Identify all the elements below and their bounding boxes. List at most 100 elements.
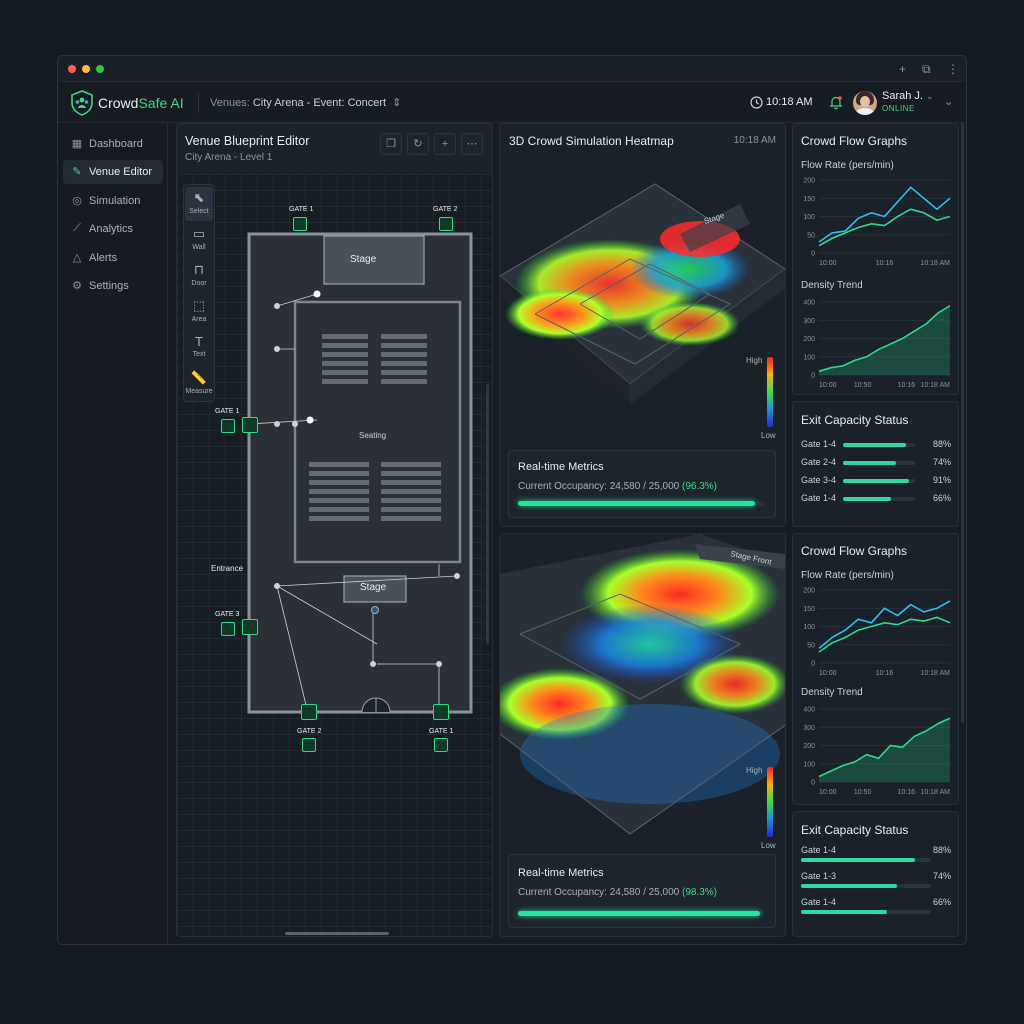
crowd-heatmap-3d-closeup[interactable]: Stage Front xyxy=(500,534,786,844)
crowd-flow-panel-top: Crowd Flow Graphs Flow Rate (pers/min) 0… xyxy=(792,123,959,395)
venue-floor-plan[interactable] xyxy=(177,124,493,937)
gate-marker[interactable] xyxy=(221,419,235,433)
avatar[interactable] xyxy=(853,91,877,115)
capacity-row-value: 74% xyxy=(932,457,951,467)
entrance-label: Entrance xyxy=(211,564,244,573)
sidebar-item-venue-editor[interactable]: ✎ Venue Editor xyxy=(63,160,163,184)
more-vertical-icon[interactable]: ⋮ xyxy=(947,62,959,76)
pencil-icon: ✎ xyxy=(72,166,82,178)
capacity-bar xyxy=(801,884,898,888)
user-name[interactable]: Sarah J. ⌄ xyxy=(882,90,934,102)
y-tick-label: 100 xyxy=(803,354,815,361)
heatmap-title: 3D Crowd Simulation Heatmap xyxy=(509,134,674,148)
venue-event-selector[interactable]: Venues: City Arena - Event: Concert ⇕ xyxy=(210,96,401,109)
gate-marker[interactable] xyxy=(439,217,453,231)
y-tick-label: 200 xyxy=(803,178,815,185)
stage-label-bottom: Stage xyxy=(360,582,387,593)
horizontal-scrollbar[interactable] xyxy=(285,932,389,935)
page-scrollbar[interactable] xyxy=(961,123,964,723)
x-tick-label: 10:16 xyxy=(876,260,894,267)
gate-marker[interactable] xyxy=(242,417,258,433)
capacity-bar xyxy=(843,497,891,501)
realtime-metrics-card: Real-time Metrics Current Occupancy: 24,… xyxy=(508,854,776,928)
y-tick-label: 0 xyxy=(811,373,815,380)
occupancy-text: Current Occupancy: 24,580 / 25,000 (98.3… xyxy=(518,887,718,898)
realtime-metrics-card: Real-time Metrics Current Occupancy: 24,… xyxy=(508,450,776,518)
flow-rate-chart: 0 50 100 150 200 10:00 10:16 10:18 AM xyxy=(803,588,951,677)
series-line xyxy=(818,186,951,243)
exit-capacity-title: Exit Capacity Status xyxy=(801,413,909,427)
x-tick-label: 10:50 xyxy=(854,382,872,389)
capacity-bar-track xyxy=(801,884,931,888)
occupancy-progress-fill xyxy=(518,911,760,916)
x-tick-label: 10:18 AM xyxy=(920,789,950,796)
sidebar-item-settings[interactable]: ⚙ Settings xyxy=(63,274,163,298)
gate1-left-label: GATE 1 xyxy=(215,408,240,415)
seating-label: Seating xyxy=(359,431,387,440)
gate2-bottom-label: GATE 2 xyxy=(297,728,322,735)
exit-capacity-title: Exit Capacity Status xyxy=(801,823,909,837)
flow-rate-chart: 0 50 100 150 200 10:00 10:16 10:18 AM xyxy=(803,178,951,267)
new-tab-icon[interactable]: + xyxy=(899,62,906,76)
heatmap-panel-bottom: Stage Front High Low Real-time Metrics C… xyxy=(499,533,786,937)
gate2-top-label: GATE 2 xyxy=(433,206,458,213)
close-window-button[interactable] xyxy=(68,65,76,73)
crowd-flow-panel-bottom: Crowd Flow Graphs Flow Rate (pers/min) 0… xyxy=(792,533,959,805)
capacity-row-value: 88% xyxy=(932,439,951,449)
gate-marker[interactable] xyxy=(433,704,449,720)
gate-marker[interactable] xyxy=(302,738,316,752)
y-tick-label: 0 xyxy=(811,661,815,668)
x-tick-label: 10:50 xyxy=(854,789,872,796)
gate-marker[interactable] xyxy=(221,622,235,636)
capacity-bar xyxy=(843,479,909,483)
y-tick-label: 100 xyxy=(803,624,815,631)
crowd-heatmap-3d[interactable]: Stage xyxy=(500,164,786,444)
gate1-top-label: GATE 1 xyxy=(289,206,314,213)
header-chevron-down-icon[interactable]: ⌄ xyxy=(944,95,953,108)
user-status-badge: ONLINE xyxy=(882,104,915,113)
gate3-left-label: GATE 3 xyxy=(215,611,240,618)
capacity-bar-track xyxy=(843,497,915,501)
gate-marker[interactable] xyxy=(242,619,258,635)
capacity-row-label: Gate 1-3 xyxy=(801,871,837,881)
x-tick-label: 10:18 AM xyxy=(920,382,950,389)
capacity-bar xyxy=(843,443,907,447)
flow-rate-label: Flow Rate (pers/min) xyxy=(801,160,894,171)
bell-icon[interactable] xyxy=(829,95,843,110)
density-trend-chart: 0 100 200 300 400 10:00 10:50 10:16 10:18 AM xyxy=(803,300,951,389)
x-tick-label: 10:00 xyxy=(819,789,837,796)
y-tick-label: 0 xyxy=(811,780,815,787)
external-link-icon[interactable]: ⧉ xyxy=(922,62,931,77)
gate-marker[interactable] xyxy=(301,704,317,720)
minimize-window-button[interactable] xyxy=(82,65,90,73)
app-header: CrowdSafe AI Venues: City Arena - Event:… xyxy=(58,83,966,123)
y-tick-label: 300 xyxy=(803,318,815,325)
sidebar: ▦ Dashboard ✎ Venue Editor ◎ Simulation … xyxy=(58,123,168,944)
capacity-bar xyxy=(843,461,897,465)
y-tick-label: 150 xyxy=(803,606,815,613)
header-clock: 10:18 AM xyxy=(766,96,813,108)
clock-icon xyxy=(750,96,763,109)
occupancy-progress-fill xyxy=(518,501,755,506)
capacity-row: Gate 1-4 66% xyxy=(801,897,951,917)
capacity-bar-track xyxy=(801,910,931,914)
app-logo-text: CrowdSafe AI xyxy=(98,95,184,111)
vertical-scrollbar[interactable] xyxy=(486,384,489,644)
maximize-window-button[interactable] xyxy=(96,65,104,73)
sidebar-item-simulation[interactable]: ◎ Simulation xyxy=(63,189,163,213)
stage-label-top: Stage xyxy=(350,254,377,265)
x-tick-label: 10:00 xyxy=(819,670,837,677)
y-tick-label: 400 xyxy=(803,707,815,714)
gate-marker[interactable] xyxy=(434,738,448,752)
exit-capacity-panel-top: Exit Capacity Status Gate 1-4 88% Gate 2-4… xyxy=(792,401,959,527)
sidebar-item-alerts[interactable]: △ Alerts xyxy=(63,246,163,270)
metrics-title: Real-time Metrics xyxy=(518,461,604,473)
sidebar-item-analytics[interactable]: ⟋ Analytics xyxy=(63,217,163,241)
heatmap-time: 10:18 AM xyxy=(733,135,776,146)
y-tick-label: 300 xyxy=(803,725,815,732)
sidebar-item-dashboard[interactable]: ▦ Dashboard xyxy=(63,132,163,156)
capacity-row-value: 88% xyxy=(932,845,951,855)
gate-marker[interactable] xyxy=(293,217,307,231)
capacity-row: Gate 1-4 66% xyxy=(801,493,951,505)
capacity-row-label: Gate 1-4 xyxy=(801,493,837,503)
